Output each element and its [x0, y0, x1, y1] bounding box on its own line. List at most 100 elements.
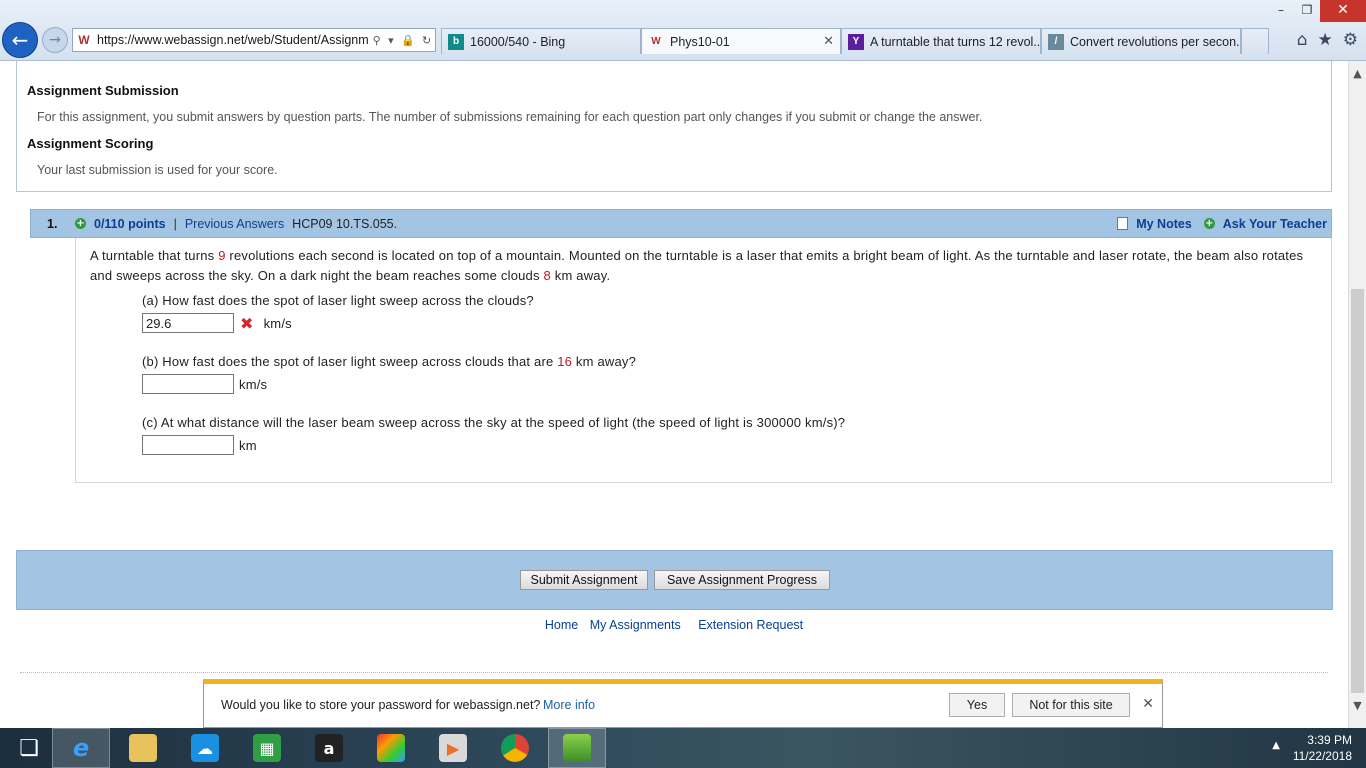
app-icon [377, 734, 405, 762]
submission-text: For this assignment, you submit answers … [37, 110, 983, 124]
unit-b: km/s [239, 376, 268, 392]
gear-icon[interactable]: ⚙ [1343, 30, 1358, 50]
forward-button[interactable]: → [42, 27, 68, 53]
close-tab-icon[interactable]: ✕ [823, 34, 834, 49]
clock[interactable]: 3:39 PM 11/22/2018 [1293, 732, 1352, 764]
home-link[interactable]: Home [545, 618, 578, 632]
home-icon[interactable]: ⌂ [1297, 30, 1308, 50]
scroll-down-icon[interactable]: ▼ [1349, 699, 1366, 712]
store-icon: ▦ [253, 734, 281, 762]
divider [20, 672, 1328, 673]
internet-explorer-icon: e [72, 734, 90, 762]
value-distance-b: 16 [557, 354, 573, 369]
taskbar-amazon[interactable]: a [300, 728, 358, 768]
tab-yahoo[interactable]: Y A turntable that turns 12 revol... [841, 28, 1041, 54]
back-button[interactable]: ← [2, 22, 38, 58]
my-assignments-link[interactable]: My Assignments [590, 618, 681, 632]
question-tools: My Notes + Ask Your Teacher [1117, 217, 1327, 231]
chrome-icon [501, 734, 529, 762]
clock-time: 3:39 PM [1307, 733, 1352, 747]
question-body: A turntable that turns 9 revolutions eac… [75, 238, 1332, 483]
taskbar-ie[interactable]: e [52, 728, 110, 768]
answer-c-input[interactable] [142, 435, 234, 455]
scrollbar-thumb[interactable] [1351, 289, 1364, 693]
close-icon[interactable]: ✕ [1142, 696, 1154, 712]
tab-title: 16000/540 - Bing [470, 34, 566, 49]
tab-convert[interactable]: / Convert revolutions per secon... [1041, 28, 1241, 54]
scoring-title: Assignment Scoring [27, 136, 154, 151]
taskbar-onedrive[interactable]: ☁ [176, 728, 234, 768]
tray-expand-icon[interactable]: ▲ [1272, 740, 1280, 751]
save-progress-button[interactable]: Save Assignment Progress [654, 570, 830, 590]
part-b-question: (b) How fast does the spot of laser ligh… [142, 353, 636, 371]
taskbar-video[interactable]: ▶ [424, 728, 482, 768]
note-icon[interactable] [1117, 217, 1129, 230]
webassign-icon: W [78, 33, 90, 47]
tab-phys10[interactable]: W Phys10-01 ✕ [641, 28, 841, 54]
assignment-info: Assignment Submission For this assignmen… [16, 61, 1332, 192]
close-window-icon[interactable]: ✕ [1320, 0, 1366, 22]
windows-logo-icon: ❏ [19, 735, 39, 761]
not-for-this-site-button[interactable]: Not for this site [1012, 693, 1130, 717]
url-text[interactable]: https://www.webassign.net/web/Student/As… [93, 33, 369, 47]
bluestacks-icon [563, 734, 591, 762]
part-c: (c) At what distance will the laser beam… [142, 414, 845, 455]
video-player-icon: ▶ [439, 734, 467, 762]
password-message: Would you like to store your password fo… [221, 698, 541, 712]
answer-b-input[interactable] [142, 374, 234, 394]
unit-a: km/s [263, 315, 292, 331]
points-link[interactable]: 0/110 points [94, 217, 166, 231]
extension-request-link[interactable]: Extension Request [698, 618, 803, 632]
answer-a-input[interactable] [142, 313, 234, 333]
site-icon: / [1048, 33, 1064, 50]
taskbar-explorer[interactable] [114, 728, 172, 768]
my-notes-link[interactable]: My Notes [1136, 217, 1192, 231]
taskbar-app[interactable] [362, 728, 420, 768]
taskbar-store[interactable]: ▦ [238, 728, 296, 768]
restore-icon[interactable]: ❐ [1294, 0, 1320, 22]
part-a-question: (a) How fast does the spot of laser ligh… [142, 293, 534, 308]
vertical-scrollbar[interactable]: ▲ ▼ [1348, 61, 1366, 728]
text-segment: (b) How fast does the spot of laser ligh… [142, 354, 558, 369]
tab-title: Phys10-01 [670, 34, 730, 49]
more-info-link[interactable]: More info [543, 698, 595, 712]
webassign-icon: W [651, 36, 661, 47]
plus-circle-icon[interactable]: + [1203, 218, 1215, 229]
arrow-right-icon: → [49, 32, 61, 48]
text-segment: km away. [550, 268, 611, 283]
question-number: 1. [47, 216, 58, 231]
submission-title: Assignment Submission [27, 83, 179, 98]
value-revolutions: 9 [218, 248, 226, 263]
taskbar-bluestacks[interactable] [548, 728, 606, 768]
page-content: Assignment Submission For this assignmen… [0, 61, 1348, 728]
favorites-star-icon[interactable]: ★ [1318, 30, 1333, 50]
part-b: (b) How fast does the spot of laser ligh… [142, 353, 636, 394]
question-code: HCP09 10.TS.055. [292, 216, 398, 231]
refresh-icon[interactable]: ↻ [422, 34, 431, 47]
dropdown-icon[interactable]: ▾ [388, 34, 394, 47]
taskbar-chrome[interactable] [486, 728, 544, 768]
yahoo-icon: Y [848, 33, 864, 50]
question-text: A turntable that turns 9 revolutions eac… [90, 246, 1310, 286]
submit-assignment-button[interactable]: Submit Assignment [520, 570, 648, 590]
scroll-up-icon[interactable]: ▲ [1349, 67, 1366, 80]
address-tools: ⚲ ▾ 🔒 ↻ [369, 34, 435, 47]
yes-button[interactable]: Yes [949, 693, 1005, 717]
address-bar[interactable]: W https://www.webassign.net/web/Student/… [72, 28, 436, 52]
unit-c: km [239, 437, 257, 453]
lock-icon[interactable]: 🔒 [401, 34, 415, 47]
separator: | [173, 216, 177, 231]
new-tab-button[interactable] [1241, 28, 1269, 54]
browser-chrome: – ❐ ✕ ← → W https://www.webassign.net/we… [0, 0, 1366, 61]
incorrect-x-icon: ✖ [240, 313, 254, 333]
plus-circle-icon[interactable]: + [75, 218, 86, 229]
minimize-icon[interactable]: – [1268, 0, 1294, 22]
ask-teacher-link[interactable]: Ask Your Teacher [1223, 217, 1327, 231]
tab-bing[interactable]: b 16000/540 - Bing [441, 28, 641, 54]
cloud-icon: ☁ [191, 734, 219, 762]
clock-date: 11/22/2018 [1292, 749, 1352, 763]
start-button[interactable]: ❏ [0, 728, 58, 768]
amazon-icon: a [315, 734, 343, 762]
previous-answers-link[interactable]: Previous Answers [185, 217, 284, 231]
search-icon[interactable]: ⚲ [373, 34, 381, 47]
